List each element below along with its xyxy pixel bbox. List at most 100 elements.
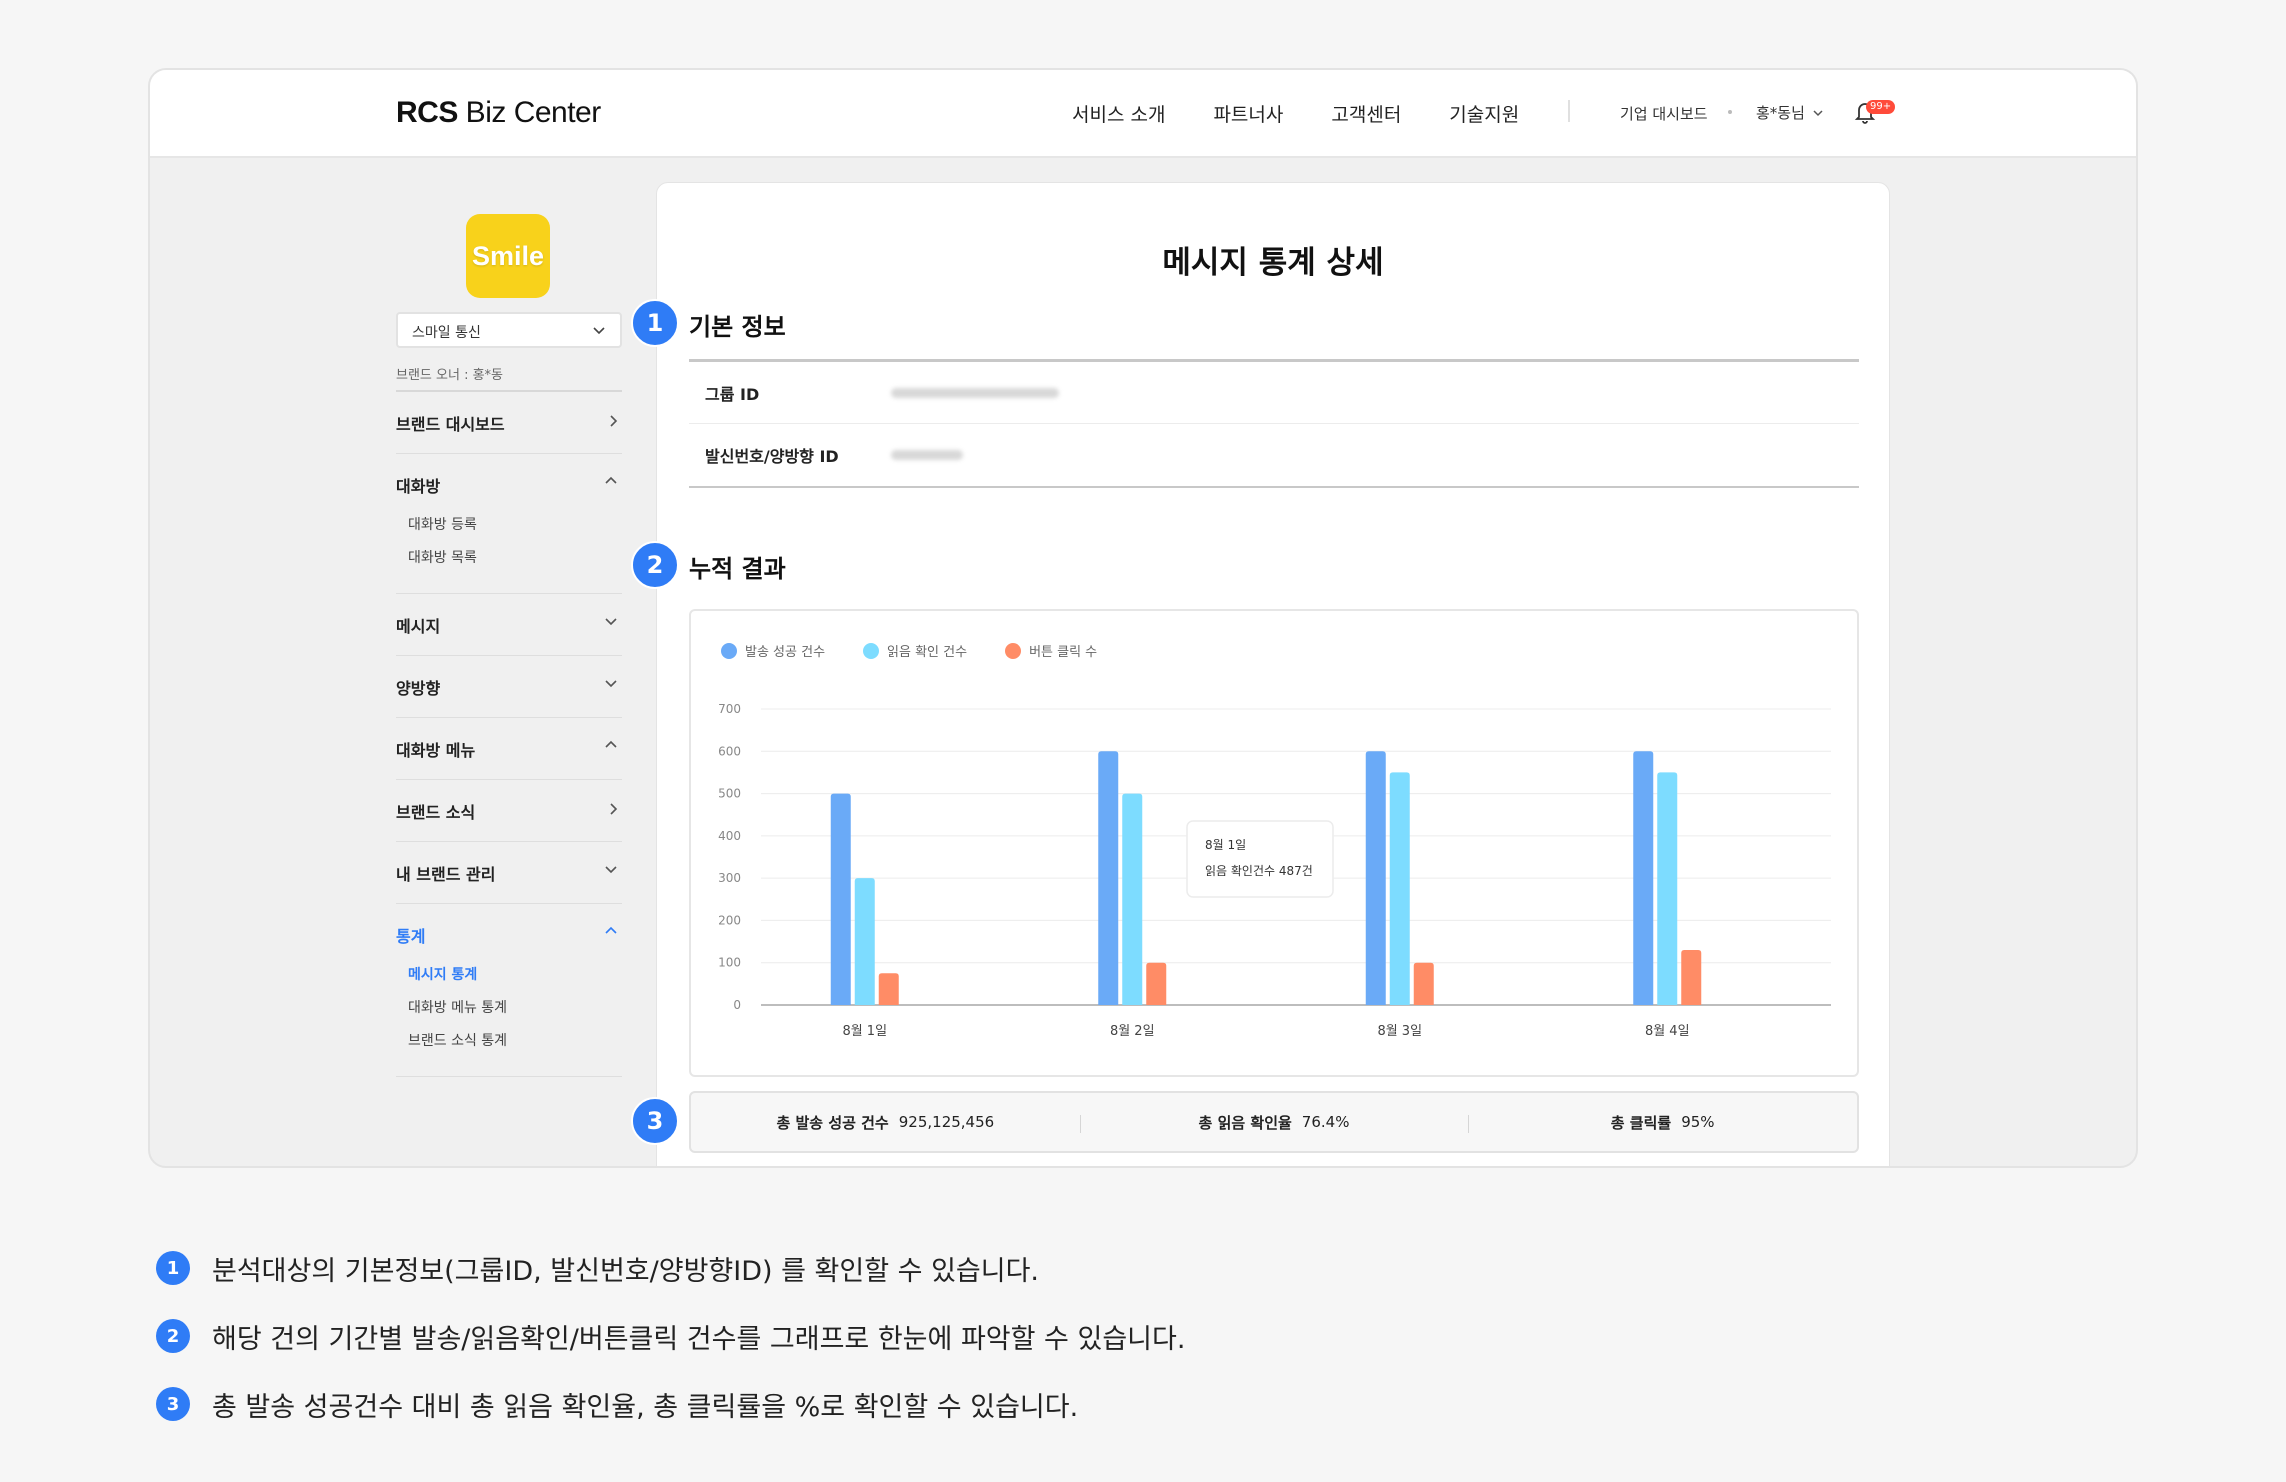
chart-bar	[1146, 962, 1167, 1005]
summary-bar: 총 발송 성공 건수 925,125,456 총 읽음 확인율 76.4% 총 …	[689, 1091, 1859, 1153]
chevron-up-icon	[605, 476, 617, 484]
dot-divider	[1728, 110, 1732, 114]
x-tick-label: 8월 2일	[1110, 1024, 1155, 1039]
step-marker-3: 3	[631, 1097, 679, 1145]
sidebar-item-brand-news[interactable]: 브랜드 소식	[396, 780, 622, 842]
tooltip-date: 8월 1일	[1205, 838, 1246, 852]
info-row-sender-id: 발신번호/양방향 ID	[689, 424, 1859, 486]
sidebar-item-message[interactable]: 메시지	[396, 594, 622, 656]
chart-bar	[1657, 772, 1678, 1005]
summary-click-rate: 총 클릭률 95%	[1468, 1093, 1857, 1151]
summary-value: 925,125,456	[898, 1113, 995, 1131]
y-tick-label: 700	[718, 702, 741, 716]
summary-label: 총 읽음 확인율	[1198, 1113, 1292, 1132]
chevron-up-icon	[605, 926, 617, 934]
sidebar-item-label: 통계	[396, 927, 426, 946]
summary-read-rate: 총 읽음 확인율 76.4%	[1079, 1093, 1469, 1151]
summary-label: 총 발송 성공 건수	[776, 1113, 889, 1132]
page-title: 메시지 통계 상세	[1162, 245, 1384, 281]
summary-total-sent: 총 발송 성공 건수 925,125,456	[691, 1093, 1080, 1151]
y-tick-label: 400	[718, 829, 741, 843]
submenu-item-chatroom-menu-stats[interactable]: 대화방 메뉴 통계	[408, 992, 622, 1025]
redacted-value	[891, 387, 1059, 398]
summary-label: 총 클릭률	[1610, 1113, 1672, 1132]
chevron-right-icon	[610, 415, 618, 427]
brand-logo: Smile	[466, 214, 550, 298]
nav-item-partners[interactable]: 파트너사	[1213, 100, 1283, 127]
chart-bar	[1389, 772, 1410, 1005]
submenu-item-brand-news-stats[interactable]: 브랜드 소식 통계	[408, 1025, 622, 1058]
x-tick-label: 8월 1일	[842, 1024, 887, 1039]
user-menu[interactable]: 홍*동님	[1756, 102, 1823, 123]
chevron-down-icon	[605, 866, 617, 874]
y-tick-label: 500	[718, 787, 741, 801]
y-tick-label: 100	[718, 956, 741, 970]
y-tick-label: 300	[718, 871, 741, 885]
chevron-down-icon	[605, 618, 617, 626]
sidebar-item-label: 내 브랜드 관리	[396, 865, 496, 884]
x-tick-label: 8월 4일	[1645, 1024, 1690, 1039]
tooltip-box	[1186, 820, 1334, 898]
site-logo[interactable]: RCS Biz Center	[396, 96, 601, 130]
sidebar-item-label: 브랜드 대시보드	[396, 415, 505, 434]
chevron-right-icon	[610, 803, 618, 815]
top-navigation-bar: RCS Biz Center 서비스 소개 파트너사 고객센터 기술지원 기업 …	[150, 70, 2136, 158]
sidebar-item-chatroom-menu[interactable]: 대화방 메뉴	[396, 718, 622, 780]
chevron-down-icon	[605, 680, 617, 688]
note-number: 1	[156, 1251, 190, 1285]
chevron-up-icon	[605, 740, 617, 748]
brand-owner: 브랜드 오너 : 홍*동	[396, 368, 503, 383]
x-tick-label: 8월 3일	[1377, 1024, 1422, 1039]
brand-select[interactable]: 스마일 통신	[396, 312, 622, 348]
cumulative-chart: 발송 성공 건수 읽음 확인 건수 버튼 클릭 수 0 100 200 300 400 5…	[689, 609, 1859, 1077]
description-notes: 1 분석대상의 기본정보(그룹ID, 발신번호/양방향ID) 를 확인할 수 있…	[156, 1234, 1185, 1438]
info-label: 그룹 ID	[705, 384, 760, 404]
submenu: 메시지 통계 대화방 메뉴 통계 브랜드 소식 통계	[396, 959, 622, 1058]
chart-bar	[1633, 751, 1654, 1005]
y-tick-label: 0	[733, 998, 741, 1012]
sidebar-item-chatroom[interactable]: 대화방 대화방 등록 대화방 목록	[396, 454, 622, 594]
sidebar-item-statistics[interactable]: 통계 메시지 통계 대화방 메뉴 통계 브랜드 소식 통계	[396, 904, 622, 1077]
note-number: 2	[156, 1319, 190, 1353]
nav-item-tech-support[interactable]: 기술지원	[1449, 100, 1519, 127]
chart-bar	[1681, 950, 1702, 1005]
note-item: 1 분석대상의 기본정보(그룹ID, 발신번호/양방향ID) 를 확인할 수 있…	[156, 1234, 1185, 1302]
note-item: 2 해당 건의 기간별 발송/읽음확인/버튼클릭 건수를 그래프로 한눈에 파악…	[156, 1302, 1185, 1370]
chart-bar	[1098, 751, 1119, 1005]
chart-bar	[878, 973, 899, 1005]
brand-select-value: 스마일 통신	[412, 325, 481, 341]
sidebar-item-my-brand[interactable]: 내 브랜드 관리	[396, 842, 622, 904]
submenu-item-message-stats[interactable]: 메시지 통계	[408, 959, 622, 992]
section-title-cumulative: 누적 결과	[689, 555, 786, 583]
info-row-group-id: 그룹 ID	[689, 362, 1859, 424]
section-title-basic-info: 기본 정보	[689, 313, 786, 341]
sidebar-item-label: 메시지	[396, 617, 441, 636]
sidebar-item-two-way[interactable]: 양방향	[396, 656, 622, 718]
sidebar-item-label: 대화방 메뉴	[396, 741, 476, 760]
y-tick-label: 200	[718, 913, 741, 927]
redacted-value	[891, 450, 963, 460]
sidebar-item-brand-dashboard[interactable]: 브랜드 대시보드	[396, 392, 622, 454]
y-tick-label: 600	[718, 744, 741, 758]
chart-bar	[854, 878, 875, 1005]
step-marker-1: 1	[631, 299, 679, 347]
note-number: 3	[156, 1387, 190, 1421]
submenu-item-chatroom-list[interactable]: 대화방 목록	[408, 542, 622, 575]
notification-badge: 99+	[1866, 100, 1896, 114]
summary-value: 76.4%	[1301, 1113, 1350, 1131]
note-item: 3 총 발송 성공건수 대비 총 읽음 확인율, 총 클릭률을 %로 확인할 수…	[156, 1370, 1185, 1438]
dashboard-link[interactable]: 기업 대시보드	[1620, 103, 1708, 124]
nav-item-service-intro[interactable]: 서비스 소개	[1072, 100, 1165, 127]
submenu-item-chatroom-register[interactable]: 대화방 등록	[408, 509, 622, 542]
chevron-down-icon	[593, 327, 605, 335]
user-name: 홍*동님	[1756, 104, 1805, 122]
tooltip-value: 읽음 확인건수 487건	[1205, 864, 1313, 878]
note-text: 총 발송 성공건수 대비 총 읽음 확인율, 총 클릭률을 %로 확인할 수 있…	[212, 1391, 1079, 1423]
main-nav: 서비스 소개 파트너사 고객센터 기술지원	[1072, 100, 1519, 127]
step-marker-2: 2	[631, 541, 679, 589]
nav-item-customer-center[interactable]: 고객센터	[1331, 100, 1401, 127]
submenu: 대화방 등록 대화방 목록	[396, 509, 622, 575]
chart-bar	[1413, 962, 1434, 1005]
note-text: 해당 건의 기간별 발송/읽음확인/버튼클릭 건수를 그래프로 한눈에 파악할 …	[212, 1323, 1186, 1355]
chart-bar	[830, 793, 851, 1005]
